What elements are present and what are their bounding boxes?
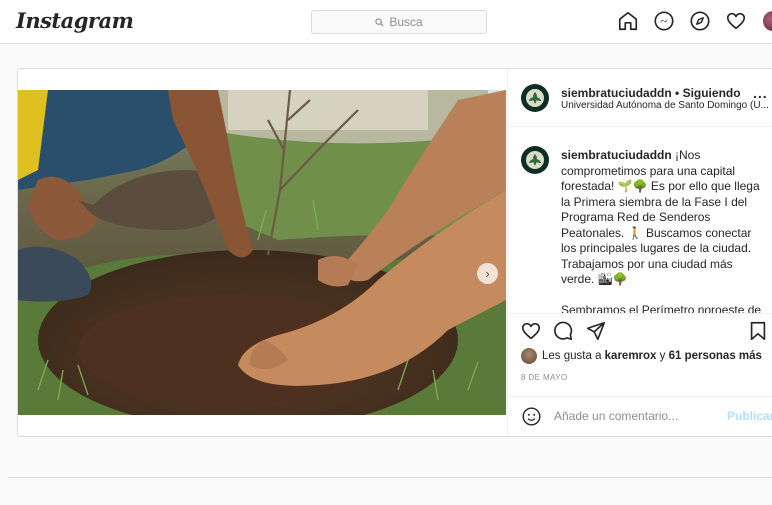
- post-date[interactable]: 8 DE MAYO: [521, 373, 568, 382]
- leaf-logo-icon: [526, 151, 544, 169]
- caption-username[interactable]: siembratuciudaddn: [561, 148, 672, 162]
- next-slide-button[interactable]: ›: [477, 263, 498, 284]
- planting-photo: [18, 90, 506, 415]
- search-placeholder: Busca: [389, 15, 423, 29]
- leaf-logo-icon: [526, 89, 544, 107]
- comment-icon[interactable]: [552, 320, 574, 342]
- post-photo[interactable]: ›: [18, 90, 506, 415]
- post-card: › siembratuciudaddn • Siguiendo Universi…: [17, 68, 772, 437]
- search-icon: [375, 17, 384, 27]
- heart-icon[interactable]: [725, 10, 747, 32]
- post-header: siembratuciudaddn • Siguiendo Universida…: [508, 69, 772, 127]
- likes-count[interactable]: 61 personas más: [669, 350, 762, 362]
- comment-input[interactable]: Añade un comentario...: [554, 409, 678, 423]
- post-actions: [508, 313, 772, 353]
- more-options-icon[interactable]: ...: [753, 85, 768, 101]
- instagram-logo[interactable]: Instagram: [16, 8, 134, 33]
- liker-avatar[interactable]: [521, 348, 537, 364]
- caption-text: ¡Nos comprometimos para una capital fore…: [561, 148, 760, 286]
- bookmark-icon[interactable]: [747, 320, 769, 342]
- post-location[interactable]: Universidad Autónoma de Santo Domingo (U…: [561, 100, 769, 111]
- comment-bar: Añade un comentario... Publicar: [508, 396, 772, 436]
- liker-username[interactable]: karemrox: [605, 350, 657, 362]
- likes-summary: Les gusta a karemrox y 61 personas más: [521, 348, 762, 364]
- post-sidebar: siembratuciudaddn • Siguiendo Universida…: [507, 69, 772, 436]
- feed-divider: [8, 477, 772, 478]
- caption-avatar[interactable]: [521, 146, 549, 174]
- account-avatar[interactable]: [521, 84, 549, 112]
- emoji-icon[interactable]: [521, 406, 542, 427]
- author-username[interactable]: siembratuciudaddn: [561, 86, 672, 100]
- explore-icon[interactable]: [689, 10, 711, 32]
- top-navbar: Instagram Busca: [0, 0, 772, 44]
- home-icon[interactable]: [617, 10, 639, 32]
- publish-button[interactable]: Publicar: [727, 409, 772, 423]
- following-button[interactable]: Siguiendo: [683, 86, 741, 100]
- likes-prefix: Les gusta a: [542, 350, 605, 362]
- share-icon[interactable]: [585, 320, 607, 342]
- search-input[interactable]: Busca: [311, 10, 487, 34]
- separator-dot: •: [671, 86, 683, 100]
- post-caption: siembratuciudaddn ¡Nos comprometimos par…: [561, 148, 766, 318]
- like-icon[interactable]: [520, 320, 542, 342]
- likes-middle: y: [656, 350, 669, 362]
- messenger-icon[interactable]: [653, 10, 675, 32]
- profile-avatar[interactable]: [763, 11, 772, 31]
